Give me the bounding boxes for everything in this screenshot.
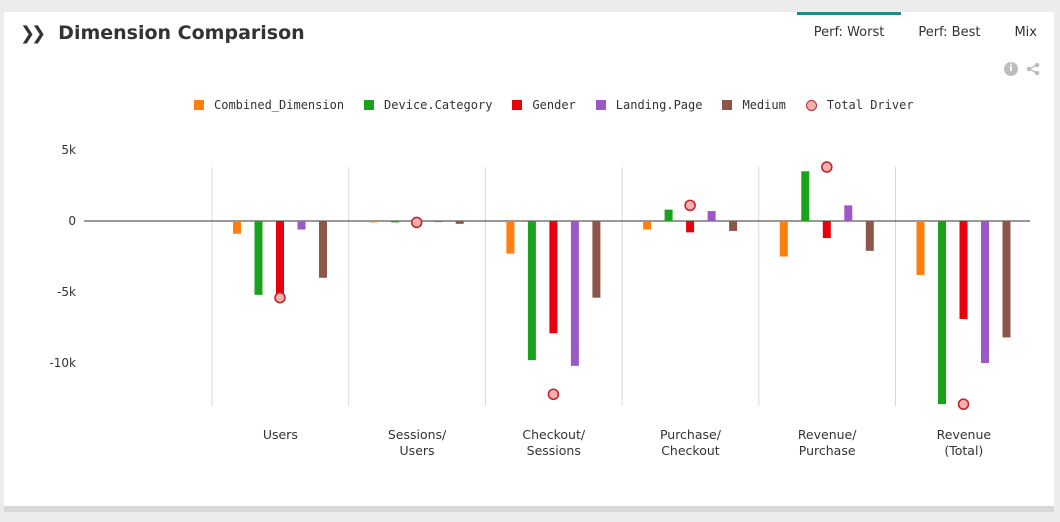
bar	[276, 221, 284, 298]
bar	[707, 211, 716, 221]
total-driver-point	[274, 291, 286, 304]
bar	[254, 221, 263, 295]
x-tick-label: Revenue/	[798, 427, 857, 442]
y-tick-label: 0	[68, 214, 76, 228]
bar	[938, 221, 946, 405]
bar	[844, 205, 853, 221]
bar	[729, 221, 738, 231]
x-tick-label: Purchase	[799, 443, 856, 458]
bar	[959, 221, 968, 319]
bar	[916, 221, 925, 275]
bar	[664, 209, 673, 221]
bar	[369, 221, 378, 223]
y-tick-label: -10k	[49, 356, 76, 370]
x-tick-label: Users	[263, 427, 298, 442]
total-driver-point	[547, 388, 560, 401]
bar	[865, 221, 874, 251]
x-tick-label: (Total)	[944, 443, 983, 458]
bar	[455, 221, 464, 224]
bar	[592, 221, 601, 298]
x-tick-label: Sessions	[527, 443, 581, 458]
x-tick-label: Checkout/	[522, 427, 585, 442]
bar	[391, 221, 400, 223]
x-tick-label: Users	[400, 443, 435, 458]
x-tick-label: Purchase/	[660, 427, 722, 442]
bar	[319, 221, 327, 278]
total-driver-point	[410, 216, 423, 229]
bar	[434, 221, 443, 223]
bar	[822, 221, 831, 239]
bar	[801, 171, 810, 221]
bar	[233, 221, 241, 234]
bar	[570, 221, 579, 366]
bar	[779, 221, 788, 257]
bar	[549, 221, 558, 334]
total-driver-point	[684, 199, 696, 212]
x-tick-label: Checkout	[661, 443, 720, 458]
bar	[1002, 221, 1011, 338]
bar	[297, 221, 306, 230]
bar	[686, 221, 695, 233]
y-tick-label: -5k	[57, 285, 76, 299]
bar-chart: 5k0-5k-10kUsers Sessions/UsersCheckout/Se…	[49, 143, 1030, 458]
bar	[527, 221, 536, 361]
total-driver-point	[957, 398, 970, 410]
x-tick-label: Revenue	[937, 427, 992, 442]
bar	[506, 221, 515, 254]
y-tick-label: 5k	[61, 143, 76, 157]
bar	[643, 221, 652, 230]
x-tick-label: Sessions/	[388, 427, 447, 442]
total-driver-point	[820, 161, 833, 173]
bar	[981, 221, 989, 363]
